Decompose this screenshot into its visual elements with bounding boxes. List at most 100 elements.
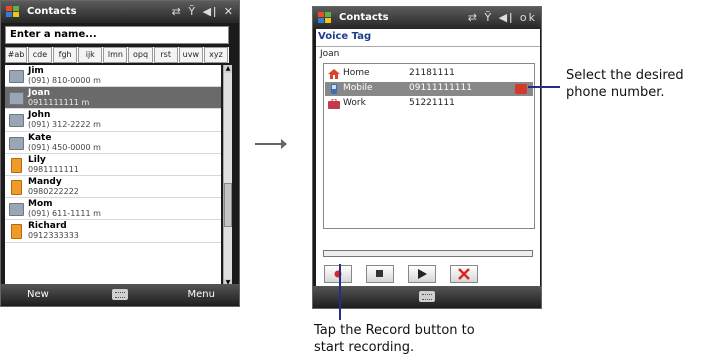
contact-list: Jim (091) 810-0000 m Joan 0911111111 m J… [5, 65, 221, 287]
app-title: Contacts [27, 6, 77, 17]
volume-icon[interactable]: ◀ǀ [499, 11, 515, 24]
search-input[interactable]: Enter a name... [5, 26, 229, 44]
contact-name: Jim [28, 66, 44, 76]
number-label: Work [343, 98, 366, 108]
contact-name: John [28, 110, 51, 121]
sim-contact-icon [11, 179, 22, 195]
play-icon [418, 269, 427, 279]
contact-name: Mom [28, 199, 53, 210]
tab-rst[interactable]: rst [153, 47, 178, 63]
keyboard-icon[interactable] [419, 291, 435, 302]
tab-uvw[interactable]: uvw [178, 47, 203, 63]
contact-name: Mandy [28, 176, 62, 187]
signal-icon: Ỹ [188, 5, 198, 18]
voice-tag-icon [515, 84, 527, 94]
tab-cde[interactable]: cde [27, 47, 53, 63]
new-softkey[interactable]: New [27, 289, 49, 300]
contact-name: Kate [28, 132, 52, 143]
callout-leader-line [339, 264, 341, 320]
tab-xyz[interactable]: xyz [203, 47, 229, 63]
contact-card-icon [9, 114, 24, 128]
contact-phone: (091) 611-1111 m [28, 209, 101, 219]
contact-phone: 0980222222 [28, 186, 79, 196]
delete-button[interactable] [450, 265, 478, 283]
tab-opq[interactable]: opq [128, 47, 153, 63]
sim-contact-icon [11, 157, 22, 173]
contact-row[interactable]: Mandy 0980222222 [5, 176, 221, 199]
contact-row[interactable]: Kate (091) 450-0000 m [5, 132, 221, 154]
tab-fgh[interactable]: fgh [53, 47, 78, 63]
contact-phone: 0912333333 [28, 231, 79, 241]
right-arrow-icon [255, 139, 287, 149]
contact-row[interactable]: John (091) 312-2222 m [5, 109, 221, 132]
delete-icon [458, 268, 470, 280]
home-icon [328, 69, 340, 79]
windows-start-icon[interactable] [317, 10, 333, 26]
number-label: Home [343, 68, 370, 78]
voice-tag-content: Voice Tag Joan Home 21181111 Mobile 0911… [316, 29, 540, 287]
tab-lmn[interactable]: lmn [103, 47, 128, 63]
keyboard-icon[interactable] [112, 289, 128, 300]
tab-ijk[interactable]: ijk [78, 47, 103, 63]
title-bar: Contacts ⇄ Ỹ ◀ǀ ✕ [1, 1, 239, 23]
title-bar: Contacts ⇄ Ỹ ◀ǀ ok [313, 7, 541, 29]
connectivity-icon: ⇄ [171, 5, 183, 18]
divider [316, 46, 540, 47]
recording-progress-bar [323, 250, 533, 257]
number-row-mobile-selected[interactable]: Mobile 09111111111 [325, 82, 533, 96]
close-icon[interactable]: ✕ [224, 5, 235, 18]
contact-name: Richard [28, 221, 67, 232]
menu-softkey[interactable]: Menu [188, 289, 215, 300]
list-scrollbar[interactable]: ▲ ▼ [223, 65, 232, 287]
stop-button[interactable] [366, 265, 394, 283]
soft-key-bar: New Menu [1, 284, 239, 306]
contact-row[interactable]: Mom (091) 611-1111 m [5, 198, 221, 221]
tab-ab[interactable]: #ab [5, 47, 27, 63]
contact-row-selected[interactable]: Joan 0911111111 m [5, 87, 221, 110]
contact-phone: 0911111111 m [28, 98, 90, 108]
callout-leader-line [528, 86, 560, 88]
number-label: Mobile [343, 83, 373, 93]
phone-number-list: Home 21181111 Mobile 09111111111 Work 51… [323, 63, 535, 229]
voice-tag-screen: Contacts ⇄ Ỹ ◀ǀ ok Voice Tag Joan Home 2… [312, 6, 542, 309]
app-title: Contacts [339, 12, 389, 23]
page-title: Voice Tag [318, 31, 372, 42]
number-row-home[interactable]: Home 21181111 [325, 67, 533, 81]
scroll-thumb[interactable] [224, 183, 232, 227]
soft-key-bar [313, 286, 541, 308]
number-value: 09111111111 [409, 83, 472, 93]
stop-icon [376, 270, 383, 277]
mobile-phone-icon [331, 84, 337, 94]
number-value: 51221111 [409, 98, 455, 108]
status-icons: ⇄ Ỹ ◀ǀ ok [468, 11, 537, 24]
contact-phone: 0981111111 [28, 164, 79, 174]
alphabet-tabs: #ab cde fgh ijk lmn opq rst uvw xyz [5, 47, 229, 63]
contacts-screen: Contacts ⇄ Ỹ ◀ǀ ✕ Enter a name... #ab cd… [0, 0, 240, 307]
contact-row[interactable]: Jim (091) 810-0000 m [5, 65, 221, 88]
contact-card-icon [9, 203, 24, 217]
scroll-up-icon[interactable]: ▲ [224, 65, 232, 73]
select-number-callout: Select the desired phone number. [566, 67, 684, 101]
contact-name: Lily [28, 154, 46, 165]
contact-name-label: Joan [320, 49, 340, 59]
connectivity-icon: ⇄ [467, 11, 479, 24]
contact-name: Joan [28, 88, 51, 99]
sim-contact-icon [11, 224, 22, 240]
contact-card-icon [9, 92, 24, 106]
contact-phone: (091) 450-0000 m [28, 142, 101, 152]
callout-line: phone number. [566, 85, 665, 100]
windows-start-icon[interactable] [5, 4, 21, 20]
number-row-work[interactable]: Work 51221111 [325, 97, 533, 111]
contact-card-icon [9, 136, 24, 150]
contact-row[interactable]: Richard 0912333333 [5, 220, 221, 243]
work-icon [328, 99, 340, 109]
callout-line: start recording. [314, 340, 415, 355]
signal-icon: Ỹ [484, 11, 494, 24]
volume-icon[interactable]: ◀ǀ [203, 5, 219, 18]
ok-icon[interactable]: ok [520, 11, 537, 24]
record-button[interactable] [324, 265, 352, 283]
contact-row[interactable]: Lily 0981111111 [5, 154, 221, 176]
record-button-callout: Tap the Record button to start recording… [314, 322, 475, 356]
play-button[interactable] [408, 265, 436, 283]
callout-line: Select the desired [566, 68, 684, 83]
